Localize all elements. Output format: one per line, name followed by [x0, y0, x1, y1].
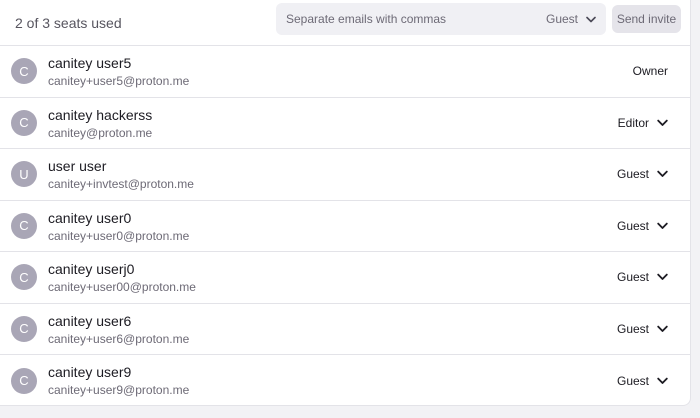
share-panel: 2 of 3 seats used Guest Send invite Ccan…	[0, 0, 691, 406]
member-email: canitey+user0@proton.me	[48, 228, 190, 243]
member-info: user user canitey+invtest@proton.me	[48, 157, 194, 193]
member-name: canitey user0	[48, 209, 132, 226]
invite-role-select[interactable]: Guest	[546, 12, 596, 26]
member-row: Ccanitey userj0 canitey+user00@proton.me G…	[0, 252, 690, 304]
member-info: canitey user9 canitey+user9@proton.me	[48, 363, 189, 399]
member-row: Ccanitey hackerss canitey@proton.me Editor	[0, 98, 690, 149]
member-role-dropdown[interactable]: Guest	[617, 270, 668, 284]
member-name: canitey userj0	[48, 261, 135, 277]
member-name: canitey user6	[48, 312, 132, 329]
avatar: C	[11, 315, 37, 342]
member-list: Ccanitey user5 canitey+user5@proton.me Own…	[0, 46, 690, 407]
invite-box: Guest	[276, 3, 606, 35]
chevron-down-icon	[657, 170, 668, 178]
avatar: C	[11, 58, 37, 85]
member-row: Ccanitey user0 canitey+user0@proton.me Gue…	[0, 201, 690, 252]
chevron-down-icon	[586, 16, 596, 22]
chevron-down-icon	[657, 222, 668, 229]
avatar: C	[11, 212, 37, 239]
avatar: C	[11, 367, 37, 394]
member-row: Ccanitey user5 canitey+user5@proton.me Own…	[0, 46, 690, 98]
member-role-label: Owner	[633, 64, 668, 78]
member-role-text: Guest	[616, 167, 649, 182]
seats-used-text: 2 of 3 seats used	[15, 14, 122, 31]
member-role-dropdown[interactable]: Editor	[618, 116, 668, 130]
chevron-down-icon	[657, 119, 668, 126]
member-role-text: Guest	[616, 373, 649, 388]
member-role-text: Guest	[616, 321, 649, 336]
member-email: canitey+user00@proton.me	[48, 280, 196, 294]
chevron-down-icon	[657, 325, 668, 332]
member-name: canitey user9	[48, 364, 132, 380]
avatar: C	[11, 264, 37, 291]
member-info: canitey userj0 canitey+user00@proton.me	[48, 260, 196, 296]
avatar: U	[11, 161, 37, 188]
invite-role-label: Guest	[545, 12, 578, 26]
member-email: canitey+user6@proton.me	[48, 331, 190, 346]
member-role-text: Editor	[617, 115, 649, 130]
member-info: canitey hackerss canitey@proton.me	[48, 106, 152, 142]
member-name: canitey hackerss	[48, 106, 153, 123]
invite-bar: 2 of 3 seats used Guest Send invite	[0, 0, 690, 46]
member-role-dropdown[interactable]: Guest	[617, 322, 668, 336]
member-info: canitey user6 canitey+user6@proton.me	[48, 312, 189, 348]
member-name: user user	[48, 158, 107, 174]
member-info: canitey user5 canitey+user5@proton.me	[48, 54, 189, 90]
member-info: canitey user0 canitey+user0@proton.me	[48, 209, 189, 245]
chevron-down-icon	[657, 273, 668, 281]
member-email: canitey+user5@proton.me	[48, 74, 190, 88]
member-role-dropdown[interactable]: Guest	[617, 167, 668, 181]
member-email: canitey+user9@proton.me	[48, 383, 190, 397]
member-name: canitey user5	[48, 55, 132, 71]
avatar: C	[11, 109, 37, 136]
member-role-text: Owner	[632, 64, 668, 79]
send-invite-button[interactable]: Send invite	[612, 5, 681, 33]
invite-email-input[interactable]	[286, 12, 546, 26]
member-row: Uuser user canitey+invtest@proton.me Guest	[0, 149, 690, 201]
member-role-text: Guest	[616, 218, 649, 233]
member-row: Ccanitey user9 canitey+user9@proton.me Gue…	[0, 355, 690, 407]
member-email: canitey@proton.me	[48, 125, 153, 140]
chevron-down-icon	[657, 377, 668, 384]
member-role-text: Guest	[616, 270, 649, 285]
member-role-dropdown[interactable]: Guest	[617, 374, 668, 388]
member-role-dropdown[interactable]: Guest	[617, 219, 668, 233]
member-email: canitey+invtest@proton.me	[48, 177, 194, 191]
member-row: Ccanitey user6 canitey+user6@proton.me Gue…	[0, 304, 690, 355]
